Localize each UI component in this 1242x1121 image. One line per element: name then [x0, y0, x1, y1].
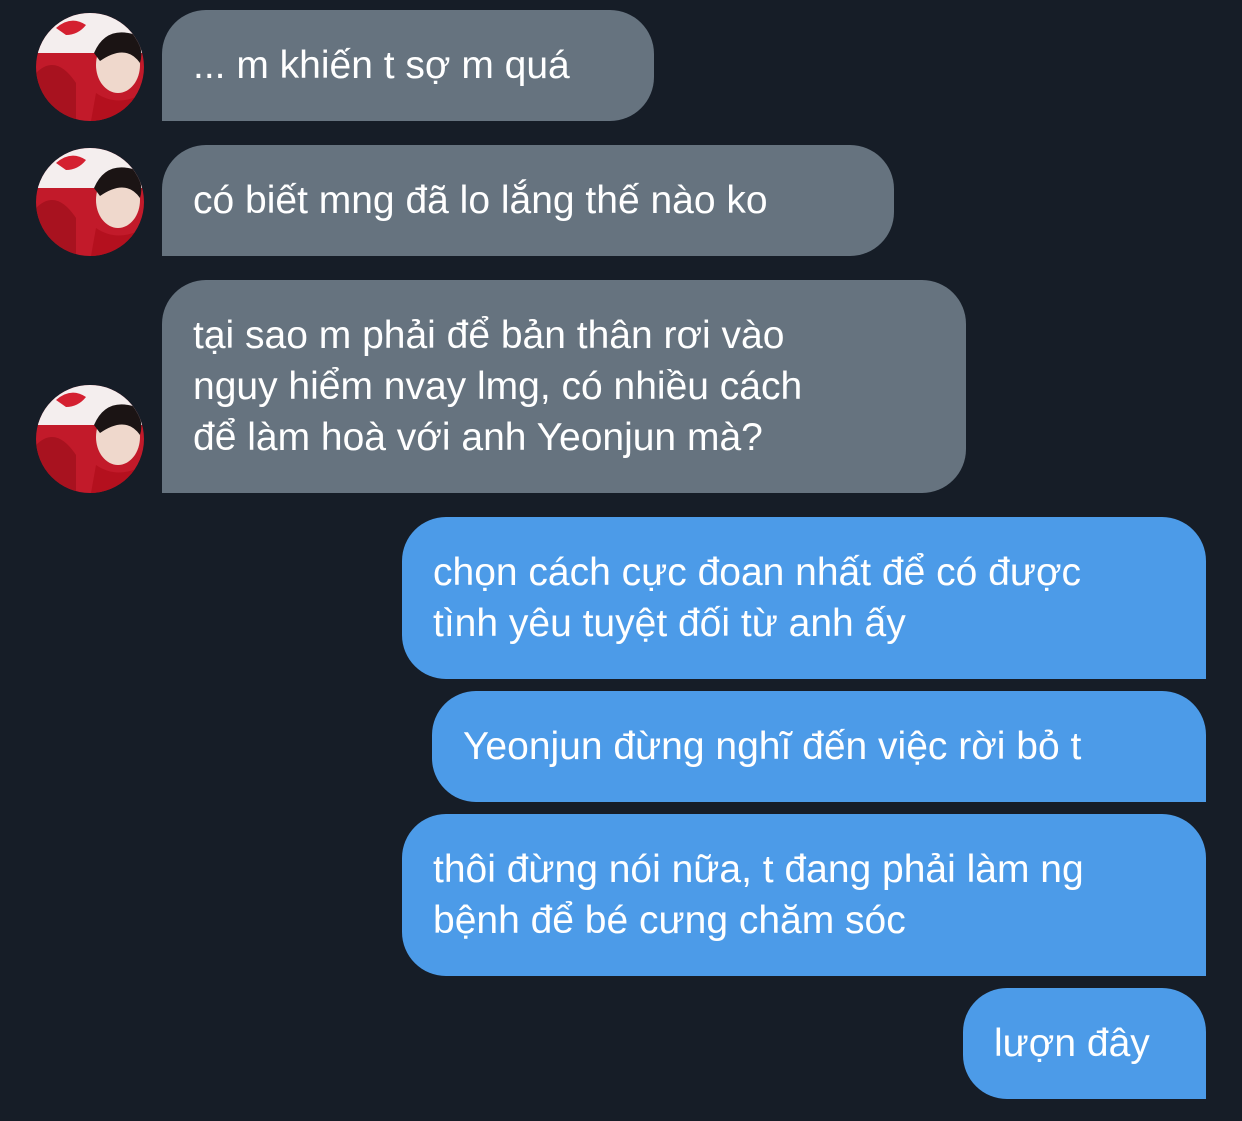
message-bubble-incoming[interactable]: ... m khiến t sợ m quá	[162, 10, 654, 121]
message-bubble-incoming[interactable]: có biết mng đã lo lắng thế nào ko	[162, 145, 894, 256]
message-text: để làm hoà với anh Yeonjun mà?	[193, 416, 763, 459]
message-text: nguy hiểm nvay lmg, có nhiều cách	[193, 365, 803, 408]
message-text: tình yêu tuyệt đối từ anh ấy	[433, 602, 906, 645]
message-text: tại sao m phải để bản thân rơi vào	[193, 314, 785, 357]
message-text: có biết mng đã lo lắng thế nào ko	[193, 179, 768, 222]
message-bubble-outgoing[interactable]: chọn cách cực đoan nhất để có được tình …	[402, 517, 1206, 679]
avatar[interactable]	[36, 13, 144, 121]
avatar-photo-icon	[36, 13, 144, 121]
avatar[interactable]	[36, 148, 144, 256]
message-bubble-outgoing[interactable]: thôi đừng nói nữa, t đang phải làm ng bệ…	[402, 814, 1206, 976]
avatar[interactable]	[36, 385, 144, 493]
message-bubble-incoming[interactable]: tại sao m phải để bản thân rơi vào nguy …	[162, 280, 966, 493]
message-bubble-outgoing[interactable]: lượn đây	[963, 988, 1206, 1099]
message-text: bệnh để bé cưng chăm sóc	[433, 899, 906, 942]
message-text: Yeonjun đừng nghĩ đến việc rời bỏ t	[463, 725, 1082, 768]
message-text: ... m khiến t sợ m quá	[193, 44, 570, 87]
avatar-photo-icon	[36, 385, 144, 493]
message-bubble-outgoing[interactable]: Yeonjun đừng nghĩ đến việc rời bỏ t	[432, 691, 1206, 802]
avatar-photo-icon	[36, 148, 144, 256]
message-text: chọn cách cực đoan nhất để có được	[433, 551, 1082, 594]
message-text: thôi đừng nói nữa, t đang phải làm ng	[433, 848, 1084, 891]
message-text: lượn đây	[994, 1022, 1150, 1065]
